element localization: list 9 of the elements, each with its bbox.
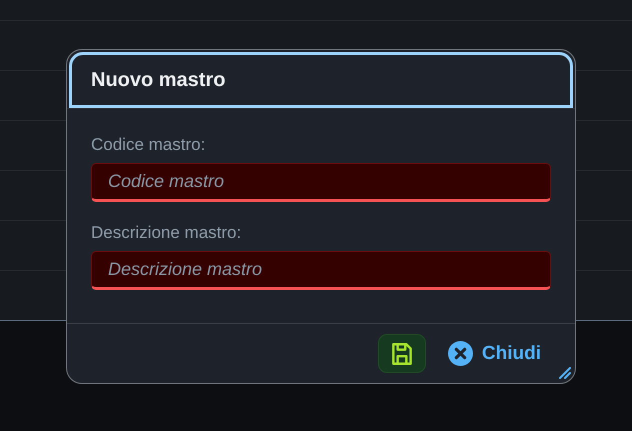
input-field[interactable]: Codice mastro	[91, 163, 551, 202]
field-label: Descrizione mastro:	[91, 223, 242, 243]
field-label: Codice mastro:	[91, 135, 206, 155]
input-field[interactable]: Descrizione mastro	[91, 251, 551, 290]
dialog-title: Nuovo mastro	[91, 68, 226, 92]
close-icon	[448, 341, 473, 366]
save-button[interactable]	[378, 334, 426, 373]
resize-handle-icon[interactable]	[559, 367, 571, 379]
close-button[interactable]: Chiudi	[448, 341, 541, 366]
